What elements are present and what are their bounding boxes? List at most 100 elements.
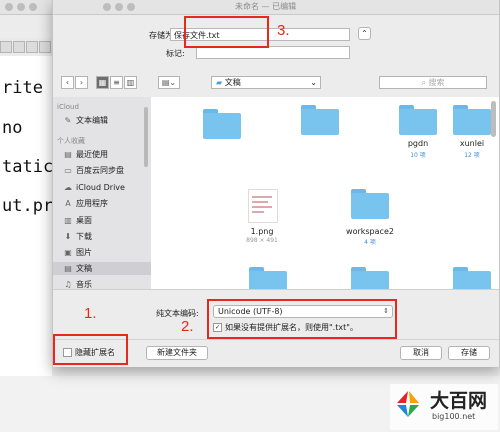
file-name: workspace2 — [346, 227, 394, 236]
columns-icon: ▥ — [126, 78, 135, 87]
thumb-line — [252, 211, 264, 213]
annotation-step2: 2. — [181, 318, 194, 335]
sidebar-item-applications[interactable]: A 应用程序 — [63, 197, 149, 210]
format-square-icon[interactable] — [0, 41, 12, 53]
file-meta: 4 项 — [364, 239, 376, 246]
forward-button[interactable]: › — [75, 76, 88, 89]
sidebar-item-recents[interactable]: ▤ 最近使用 — [63, 148, 149, 161]
sidebar-item-label: 桌面 — [76, 216, 92, 225]
file-name: xunlei — [459, 139, 485, 148]
grid-icon: ▦ — [98, 78, 107, 87]
thumb-line — [252, 206, 272, 208]
folder-icon: ▭ — [64, 166, 72, 175]
window-title: 未命名 — 已编辑 — [235, 2, 297, 11]
expand-dialog-button[interactable]: ⌃ — [358, 27, 371, 40]
zoom-window-icon[interactable] — [127, 3, 135, 11]
code-line: rite — [2, 78, 43, 98]
search-field[interactable]: ⌕ 搜索 — [379, 76, 487, 89]
list-view-button[interactable]: ≡ — [110, 76, 123, 89]
code-line: no — [2, 118, 23, 138]
close-window-icon[interactable] — [5, 3, 13, 11]
folder-body — [203, 113, 241, 139]
annotation-step1: 1. — [84, 305, 97, 322]
sidebar-item-icloud-drive[interactable]: ☁ iCloud Drive — [63, 181, 149, 194]
sidebar-item-label: 最近使用 — [76, 150, 108, 159]
back-button[interactable]: ‹ — [61, 76, 74, 89]
desktop-icon: ▥ — [64, 216, 72, 225]
sidebar-item-label: 图片 — [76, 248, 92, 257]
sidebar-item-baidu[interactable]: ▭ 百度云同步盘 — [63, 164, 149, 177]
file-browser: pgdn 10 项 xunlei 12 项 1.png 898 × 491 wo… — [151, 97, 499, 289]
folder-body — [249, 271, 287, 289]
sidebar-item-label: 音乐 — [76, 280, 92, 289]
close-window-icon[interactable] — [103, 3, 111, 11]
format-square-icon[interactable] — [26, 41, 38, 53]
music-icon: ♫ — [64, 280, 72, 289]
sidebar-item-label: iCloud Drive — [76, 183, 125, 192]
search-icon: ⌕ — [421, 78, 426, 87]
sidebar-item-label: 下载 — [76, 232, 92, 241]
sidebar: iCloud ✎ 文本编辑 个人收藏 ▤ 最近使用 ▭ 百度云同步盘 ☁ iCloud … — [53, 97, 151, 289]
save-button[interactable]: 存储 — [448, 346, 490, 360]
pictures-icon: ▣ — [64, 248, 72, 257]
watermark-logo-icon — [397, 391, 419, 417]
folder-item[interactable] — [301, 105, 339, 135]
location-popup[interactable]: ▰ 文稿 ⌄ — [211, 76, 321, 89]
sidebar-item-label: 文稿 — [76, 264, 92, 273]
file-browser-scrollbar[interactable] — [491, 101, 496, 137]
minimize-window-icon[interactable] — [17, 3, 25, 11]
format-square-icon[interactable] — [13, 41, 25, 53]
recents-icon: ▤ — [64, 150, 72, 159]
folder-item-workspace2[interactable] — [351, 189, 389, 219]
sidebar-item-label: 应用程序 — [76, 199, 108, 208]
folder-item[interactable] — [203, 109, 241, 139]
location-label: 文稿 — [224, 78, 241, 87]
sidebar-item-pictures[interactable]: ▣ 图片 — [63, 246, 149, 259]
minimize-window-icon[interactable] — [115, 3, 123, 11]
column-view-button[interactable]: ▥ — [124, 76, 137, 89]
sidebar-item-textedit[interactable]: ✎ 文本编辑 — [63, 114, 149, 127]
annotation-box-step1 — [53, 334, 128, 365]
chevron-right-icon: › — [79, 78, 84, 87]
annotation-step3: 3. — [277, 22, 290, 39]
sidebar-scrollbar[interactable] — [144, 107, 148, 167]
documents-icon: ▤ — [64, 264, 72, 273]
arrange-button[interactable]: ▤⌄ — [158, 76, 180, 89]
thumb-line — [252, 201, 268, 203]
folder-icon: ▰ — [216, 78, 223, 87]
chevron-down-icon: ⌄ — [310, 78, 317, 87]
folder-item-xunlei[interactable] — [453, 105, 491, 135]
applications-icon: A — [65, 199, 71, 208]
thumb-line — [252, 196, 272, 198]
watermark-site: big100.net — [432, 412, 476, 421]
file-meta: 12 项 — [464, 152, 480, 159]
cancel-button[interactable]: 取消 — [400, 346, 442, 360]
sidebar-header: iCloud — [57, 103, 79, 111]
sidebar-item-music[interactable]: ♫ 音乐 — [63, 278, 149, 289]
zoom-window-icon[interactable] — [29, 3, 37, 11]
annotation-box-step2 — [207, 299, 397, 339]
tags-label: 标记: — [166, 49, 185, 58]
folder-body — [301, 109, 339, 135]
sidebar-item-desktop[interactable]: ▥ 桌面 — [63, 214, 149, 227]
format-square-icon[interactable] — [39, 41, 51, 53]
folder-item[interactable] — [453, 267, 491, 289]
folder-item-pgdn[interactable] — [399, 105, 437, 135]
new-folder-button[interactable]: 新建文件夹 — [146, 346, 208, 360]
sidebar-item-documents[interactable]: ▤ 文稿 — [53, 262, 151, 275]
sidebar-item-downloads[interactable]: ⬇ 下载 — [63, 230, 149, 243]
cloud-icon: ☁ — [64, 183, 72, 192]
arrange-icon: ▤⌄ — [161, 78, 177, 87]
folder-body — [453, 271, 491, 289]
chevron-left-icon: ‹ — [65, 78, 70, 87]
file-name: 1.png — [250, 227, 274, 236]
folder-body — [351, 271, 389, 289]
dialog-title-strip: 未命名 — 已编辑 — [53, 0, 499, 15]
sidebar-item-label: 百度云同步盘 — [76, 166, 124, 175]
folder-item[interactable] — [249, 267, 287, 289]
image-thumbnail[interactable] — [248, 189, 278, 223]
code-line: tatic — [2, 157, 54, 177]
icon-view-button[interactable]: ▦ — [96, 76, 109, 89]
editor-text-area[interactable]: rite no tatic ut.pri — [0, 56, 63, 376]
folder-item[interactable] — [351, 267, 389, 289]
